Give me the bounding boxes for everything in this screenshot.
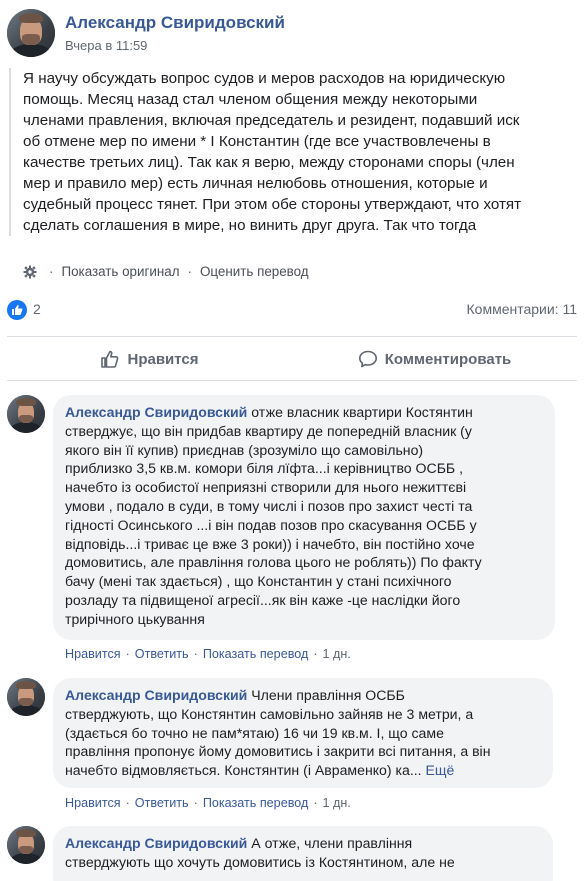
- comment-button[interactable]: Комментировать: [292, 340, 577, 378]
- comment-text-line: Члени правління ОСББ: [247, 687, 405, 703]
- comment-text-line: начебто із особистої неприязні створили …: [65, 479, 467, 496]
- show-original-link[interactable]: Показать оригинал: [61, 264, 179, 279]
- comment-text-line: домовитись, але правління голова цього н…: [65, 554, 482, 571]
- post-text-line: членами правления, включая председатель …: [23, 112, 520, 129]
- comment-translate-link[interactable]: Показать перевод: [203, 796, 309, 810]
- translation-bar: · Показать оригинал · Оценить перевод: [23, 264, 309, 279]
- comment-text-line: правління пропонує йому домовитись і зак…: [65, 743, 491, 760]
- post-header: Александр Свиридовский Вчера в 11:59: [7, 9, 577, 59]
- post-stats: 2 Комментарии: 11: [7, 300, 577, 320]
- comment-text-line: умови , подало в суди, в тому числі і по…: [65, 497, 473, 514]
- divider: [7, 336, 577, 337]
- comment-text-line: відповідь...і триває це вже 3 роки)) і н…: [65, 535, 475, 552]
- comment-button-label: Комментировать: [384, 350, 512, 368]
- comment-reply-link[interactable]: Ответить: [135, 796, 189, 810]
- like-button[interactable]: Нравится: [7, 340, 292, 378]
- separator-dot: ·: [49, 264, 54, 279]
- post-text: Я научу обсуждать вопрос судов и меров р…: [23, 68, 577, 236]
- commenter-avatar[interactable]: [7, 826, 45, 864]
- comment-author-name[interactable]: Александр Свиридовский: [65, 404, 247, 420]
- comment-author-name[interactable]: Александр Свиридовский: [65, 835, 247, 851]
- comment-bubble: Александр Свиридовский А отже, члени пра…: [53, 826, 553, 881]
- comment-reply-link[interactable]: Ответить: [135, 647, 189, 661]
- separator-dot: ·: [187, 264, 192, 279]
- divider: [7, 380, 577, 381]
- comment-text-line: отже власник квартири Костянтин: [247, 404, 473, 420]
- comment-like-link[interactable]: Нравится: [65, 647, 121, 661]
- comment-age[interactable]: 1 дн.: [323, 796, 351, 810]
- comment-translate-link[interactable]: Показать перевод: [203, 647, 309, 661]
- like-reaction-icon[interactable]: [7, 300, 27, 320]
- rate-translation-link[interactable]: Оценить перевод: [200, 264, 309, 279]
- comment-author-name[interactable]: Александр Свиридовский: [65, 687, 247, 703]
- comment-text-line: (здається бо точно не пам*ятаю) 16 чи 19…: [65, 724, 444, 741]
- comment-text-line: приблизко 3,5 кв.м. комори біля лїфта...…: [65, 460, 464, 477]
- comment-text-line: розладу та підвищеної агресії...як він к…: [65, 591, 461, 608]
- post-timestamp[interactable]: Вчера в 11:59: [65, 38, 147, 53]
- comment-age[interactable]: 1 дн.: [323, 647, 351, 661]
- comment-text-line: гідності Осинського ...і він подав позов…: [65, 516, 477, 533]
- thumbs-up-icon: [101, 350, 119, 368]
- post-actions: Нравится Комментировать: [7, 340, 577, 378]
- comment-bubble-icon: [358, 350, 377, 368]
- comment-text-line: А отже, члени правління: [247, 835, 413, 851]
- comment-bubble: Александр Свиридовский Члени правління О…: [53, 678, 553, 788]
- post-text-line: об отмене мер по имени * І Константин (г…: [23, 133, 491, 150]
- post-text-line: качестве третьих лиц). Так как я верю, м…: [23, 154, 515, 171]
- comments-count-link[interactable]: Комментарии: 11: [467, 301, 578, 317]
- see-more-link[interactable]: Ещё: [426, 762, 455, 778]
- comment-text-line: трирічного цькування: [65, 610, 205, 627]
- post-text-line: судебный процесс тянет. При этом обе сто…: [23, 196, 522, 213]
- comment-text-line: стверджують, що Констянтин самовільно за…: [65, 705, 474, 722]
- comment-actions: Нравится · Ответить · Показать перевод · 1 дн.: [65, 796, 351, 810]
- commenter-avatar[interactable]: [7, 678, 45, 716]
- like-button-label: Нравится: [127, 350, 199, 368]
- comment-text-line: начебто відмовляється. Констянтин (і Авр…: [65, 762, 422, 779]
- commenter-avatar[interactable]: [7, 395, 45, 433]
- comment-text-line: стверджують що хочуть домовитись із Кост…: [65, 853, 455, 870]
- post-text-line: мер и правило мер) есть личная нелюбовь …: [23, 175, 488, 192]
- post-author-name[interactable]: Александр Свиридовский: [65, 13, 285, 33]
- post-text-line: сделать соглашения в мире, но винить дру…: [23, 217, 477, 234]
- comment-text-line: бачу (мені так здається) , що Константин…: [65, 573, 452, 590]
- comment-like-link[interactable]: Нравится: [65, 796, 121, 810]
- gear-icon[interactable]: [23, 265, 37, 279]
- comment-actions: Нравится · Ответить · Показать перевод · 1 дн.: [65, 647, 351, 661]
- reaction-count[interactable]: 2: [33, 301, 41, 317]
- post-text-line: Я научу обсуждать вопрос судов и меров р…: [23, 70, 506, 87]
- post-body: Я научу обсуждать вопрос судов и меров р…: [9, 68, 577, 236]
- author-avatar[interactable]: [7, 9, 55, 57]
- comment-text-line: стверджує, що він придбав квартиру де по…: [65, 422, 472, 439]
- comment-text-line: якого він її купив) приєднав (зрозуміло …: [65, 441, 424, 458]
- post-text-line: помощь. Месяц назад стал членом общения …: [23, 91, 478, 108]
- comment-bubble: Александр Свиридовский отже власник квар…: [53, 395, 555, 640]
